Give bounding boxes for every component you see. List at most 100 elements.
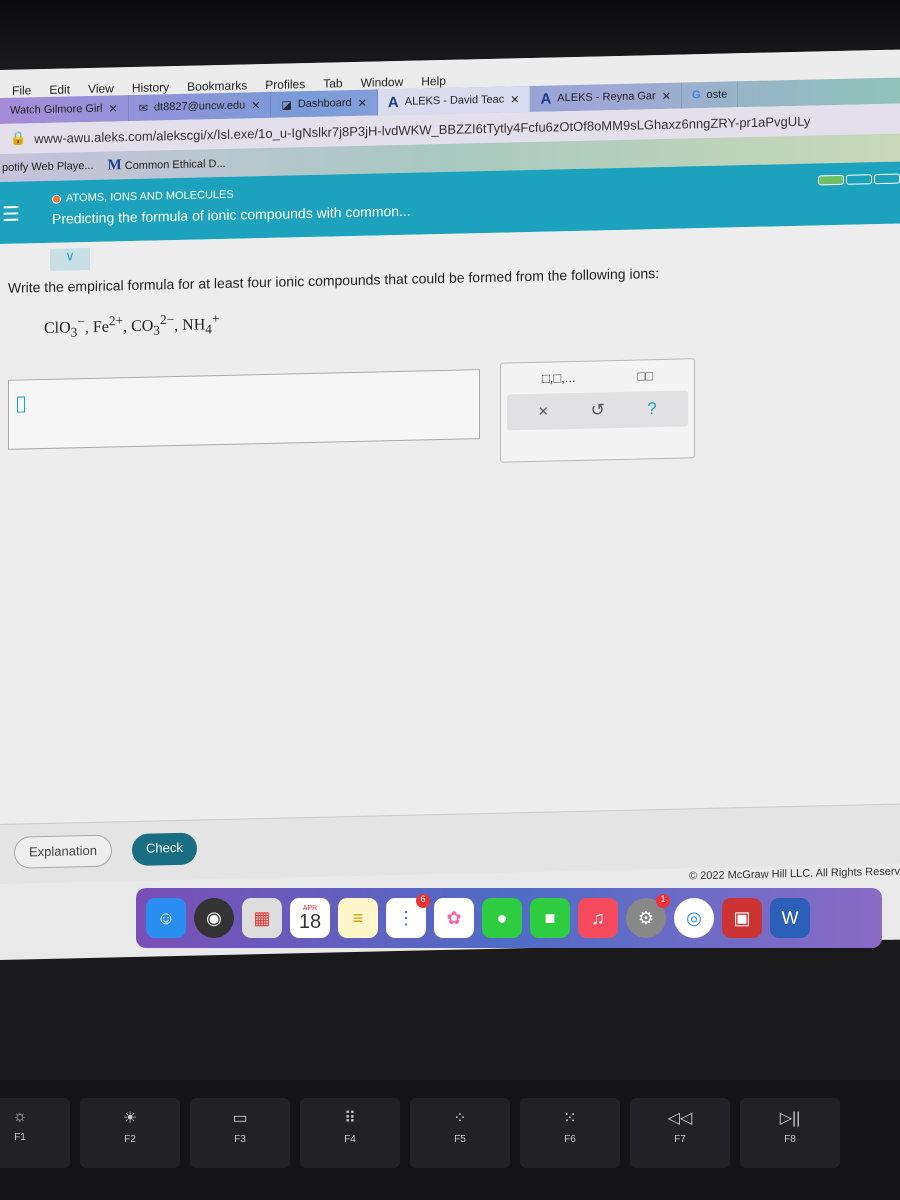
- tab-google[interactable]: Goste: [681, 81, 739, 109]
- aleks-icon: A: [387, 93, 399, 111]
- rewind-icon: ◁◁: [667, 1110, 693, 1127]
- tab-aleks-reyna[interactable]: A ALEKS - Reyna Gar ✕: [530, 82, 682, 112]
- ion: ClO3−: [44, 314, 85, 340]
- m-icon: M: [107, 156, 122, 174]
- answer-input[interactable]: [8, 369, 480, 450]
- ion: CO32−: [131, 312, 175, 339]
- collapse-chevron-icon[interactable]: ∨: [50, 247, 90, 271]
- photo-booth-icon[interactable]: ▣: [722, 898, 762, 938]
- bookmark-label: Common Ethical D...: [124, 157, 226, 172]
- close-icon[interactable]: ✕: [662, 89, 671, 102]
- menu-view[interactable]: View: [88, 81, 114, 96]
- play-pause-icon: ▷||: [779, 1110, 801, 1127]
- close-icon[interactable]: ✕: [358, 96, 367, 109]
- menu-history[interactable]: History: [132, 80, 169, 95]
- key-f7[interactable]: ◁◁ F7: [630, 1098, 730, 1168]
- ion-list: ClO3−, Fe2+, CO32−, NH4+: [44, 311, 220, 340]
- topic-label: ATOMS, IONS AND MOLECULES: [66, 188, 234, 205]
- siri-icon[interactable]: ◉: [194, 898, 234, 938]
- ion: Fe2+: [92, 313, 124, 337]
- canvas-icon: ◪: [281, 98, 292, 112]
- calendar-icon[interactable]: APR 18: [290, 898, 330, 938]
- question-area: ∨ Write the empirical formula for at lea…: [0, 223, 900, 824]
- mail-icon: ✉: [138, 102, 148, 115]
- settings-icon[interactable]: ⚙ 1: [626, 894, 670, 938]
- tab-email[interactable]: ✉ dt8827@uncw.edu ✕: [128, 91, 272, 122]
- tab-dashboard[interactable]: ◪ Dashboard ✕: [271, 89, 378, 118]
- math-palette: □,□,... □□ × ↺ ?: [500, 358, 695, 463]
- ion: NH4+: [182, 311, 220, 337]
- tab-label: ALEKS - David Teac: [404, 93, 505, 108]
- undo-button[interactable]: ↺: [591, 400, 605, 420]
- menu-bookmarks[interactable]: Bookmarks: [187, 78, 247, 93]
- dock: ☺ ◉ ▦ APR 18 ≡ ⋮ 6 ✿ ● ■ ♫ ⚙ 1 ◎ ▣ W: [136, 888, 882, 948]
- tab-label: ALEKS - Reyna Gar: [557, 90, 656, 105]
- progress-segment: [874, 173, 900, 185]
- menu-profiles[interactable]: Profiles: [265, 77, 305, 92]
- launchpad-icon[interactable]: ▦: [242, 898, 282, 938]
- menu-help[interactable]: Help: [421, 74, 446, 89]
- topic: ATOMS, IONS AND MOLECULES: [52, 189, 234, 205]
- progress-bar: [818, 173, 900, 186]
- notes-icon[interactable]: ≡: [338, 898, 378, 938]
- menu-tab[interactable]: Tab: [323, 76, 342, 90]
- close-icon[interactable]: ✕: [510, 93, 519, 106]
- question-prompt: Write the empirical formula for at least…: [8, 265, 660, 296]
- tab-label: oste: [706, 88, 728, 101]
- menu-window[interactable]: Window: [361, 75, 404, 90]
- screen: File Edit View History Bookmarks Profile…: [0, 49, 900, 960]
- facetime-icon[interactable]: ■: [530, 898, 570, 938]
- help-button[interactable]: ?: [647, 399, 656, 419]
- clear-button[interactable]: ×: [538, 402, 548, 422]
- key-f5[interactable]: ⁘ F5: [410, 1098, 510, 1168]
- key-f2[interactable]: ☀ F2: [80, 1098, 180, 1168]
- finder-icon[interactable]: ☺: [146, 898, 186, 938]
- reminders-icon[interactable]: ⋮ 6: [386, 894, 430, 938]
- brightness-down-icon: ☼: [12, 1108, 28, 1125]
- tab-aleks-david[interactable]: A ALEKS - David Teac ✕: [377, 85, 531, 116]
- close-icon[interactable]: ✕: [109, 102, 118, 115]
- badge: 1: [656, 894, 670, 908]
- tab-label: Watch Gilmore Girl: [10, 102, 103, 117]
- close-icon[interactable]: ✕: [251, 99, 260, 112]
- explanation-button[interactable]: Explanation: [14, 834, 112, 869]
- menu-file[interactable]: File: [12, 83, 31, 97]
- chrome-icon[interactable]: ◎: [674, 898, 714, 938]
- badge: 6: [416, 894, 430, 908]
- messages-icon[interactable]: ●: [482, 898, 522, 938]
- tab-gilmore[interactable]: Watch Gilmore Girl ✕: [0, 95, 129, 124]
- word-icon[interactable]: W: [770, 898, 810, 938]
- lesson-title: Predicting the formula of ionic compound…: [52, 202, 411, 227]
- launchpad-key-icon: ⠿: [344, 1110, 356, 1127]
- music-icon[interactable]: ♫: [578, 898, 618, 938]
- key-f1[interactable]: ☼ F1: [0, 1098, 70, 1168]
- check-button[interactable]: Check: [132, 832, 197, 867]
- mission-control-icon: ▭: [232, 1110, 248, 1127]
- bookmark-spotify[interactable]: potify Web Playe...: [2, 160, 94, 174]
- calendar-day: 18: [298, 910, 322, 933]
- menu-edit[interactable]: Edit: [49, 82, 70, 96]
- keyboard-light-up-icon: ⁙: [563, 1110, 577, 1127]
- key-f3[interactable]: ▭ F3: [190, 1098, 290, 1168]
- lock-icon: 🔒: [10, 130, 27, 146]
- sequence-button[interactable]: □,□,...: [542, 370, 576, 386]
- progress-segment: [818, 174, 844, 186]
- status-dot-icon: [52, 194, 61, 204]
- progress-segment: [846, 174, 872, 185]
- hamburger-menu-icon[interactable]: ☰: [2, 202, 20, 227]
- input-cursor: [17, 396, 25, 413]
- photos-icon[interactable]: ✿: [434, 898, 474, 938]
- bookmark-ethical[interactable]: M Common Ethical D...: [108, 154, 226, 174]
- aleks-icon: A: [540, 89, 552, 108]
- key-f8[interactable]: ▷|| F8: [740, 1098, 840, 1168]
- subscript-button[interactable]: □□: [637, 368, 653, 383]
- keyboard-light-down-icon: ⁘: [453, 1110, 467, 1127]
- google-icon: G: [691, 89, 701, 102]
- copyright: © 2022 McGraw Hill LLC. All Rights Reser…: [688, 865, 900, 883]
- brightness-up-icon: ☀: [122, 1110, 138, 1127]
- tab-label: dt8827@uncw.edu: [153, 99, 246, 114]
- tab-label: Dashboard: [297, 97, 352, 111]
- key-f6[interactable]: ⁙ F6: [520, 1098, 620, 1168]
- key-f4[interactable]: ⠿ F4: [300, 1098, 400, 1168]
- keyboard: ☼ F1 ☀ F2 ▭ F3 ⠿ F4 ⁘ F5 ⁙ F6 ◁◁ F7 ▷|| F8: [0, 1080, 900, 1200]
